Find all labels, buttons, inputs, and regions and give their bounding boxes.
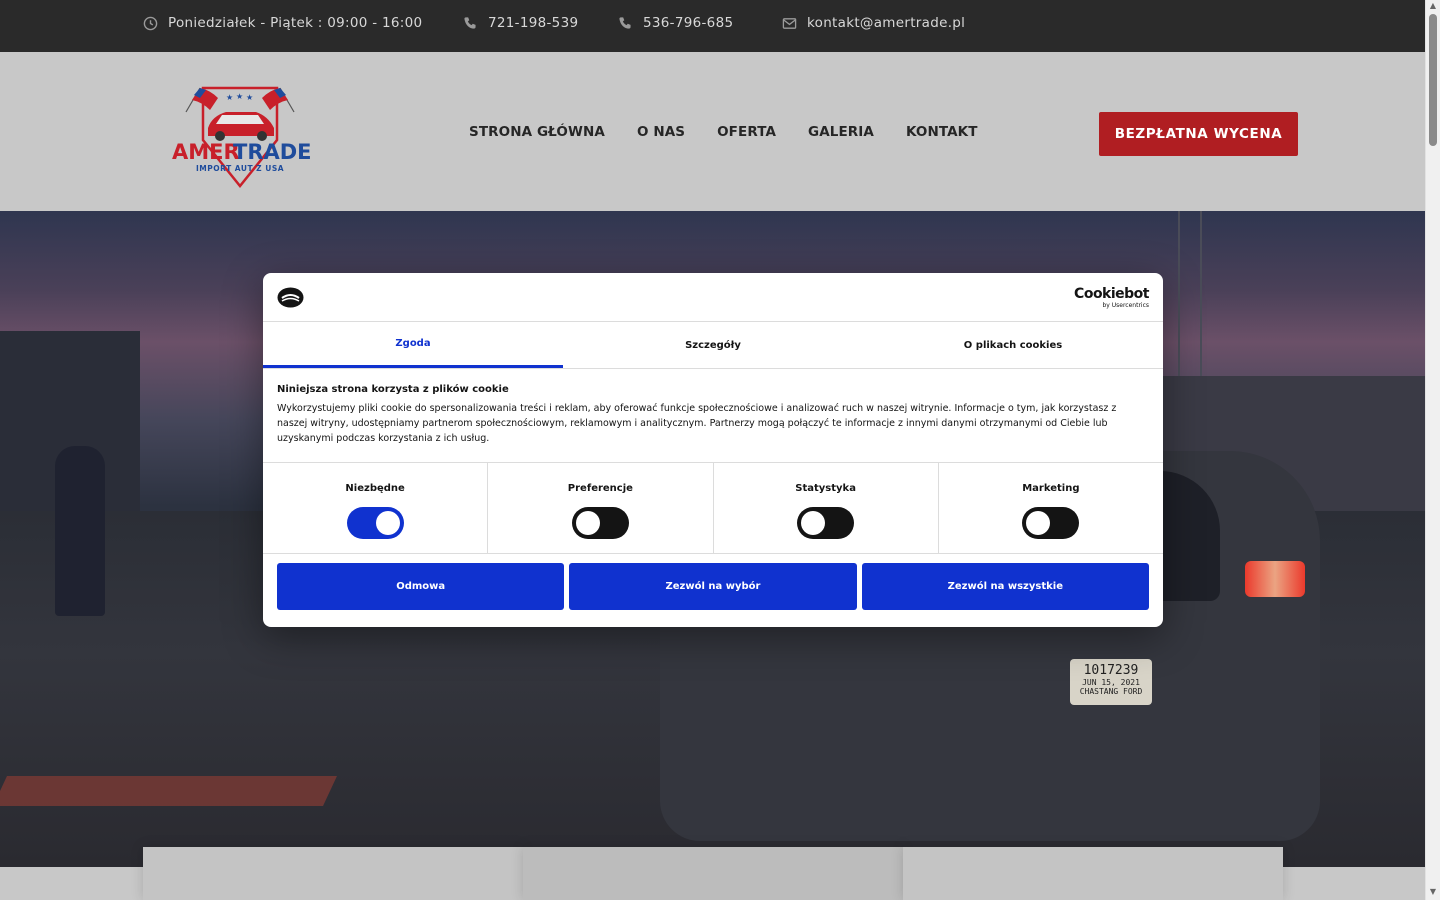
cookie-consent-dialog: Cookiebot by Usercentrics Zgoda Szczegół… (263, 273, 1163, 627)
logo-tagline: IMPORT AUT Z USA (196, 164, 284, 173)
svg-text:★: ★ (236, 92, 243, 101)
feature-cards (143, 847, 1283, 900)
feature-card (143, 847, 523, 900)
dialog-body: Niniejsza strona korzysta z plików cooki… (263, 369, 1163, 463)
scroll-up-icon[interactable]: ▲ (1429, 2, 1437, 10)
email-contact[interactable]: kontakt@amertrade.pl (782, 0, 965, 46)
nav-item-home[interactable]: STRONA GŁÓWNA (469, 124, 605, 140)
feature-card (903, 847, 1283, 900)
consent-toggles: Niezbędne Preferencje Statystyka Marketi… (263, 463, 1163, 554)
email-text[interactable]: kontakt@amertrade.pl (807, 15, 965, 31)
toggle-necessary: Niezbędne (263, 463, 489, 553)
clock-icon (143, 16, 158, 30)
toggle-statistics: Statystyka (714, 463, 939, 553)
envelope-icon (782, 17, 797, 29)
license-plate: 1017239 JUN 15, 2021 CHASTANG FORD (1070, 659, 1152, 705)
nav-item-gallery[interactable]: GALERIA (808, 124, 874, 140)
svg-text:★: ★ (226, 93, 233, 102)
logo-text-trade: TRADE (233, 140, 310, 164)
page-scrollbar[interactable]: ▲ ▼ (1425, 0, 1440, 900)
person-silhouette (55, 446, 105, 616)
dialog-title: Niniejsza strona korzysta z plików cooki… (277, 384, 509, 395)
phone-1-text[interactable]: 721-198-539 (488, 15, 578, 31)
toggle-preferences-label: Preferencje (567, 483, 633, 494)
cookiebot-name: Cookiebot (1074, 286, 1149, 302)
dialog-description: Wykorzystujemy pliki cookie do spersonal… (277, 403, 1117, 444)
amertrade-logo[interactable]: ★ ★ ★ AMER TRADE IMPORT AUT Z USA (170, 82, 312, 188)
toggle-statistics-switch[interactable] (797, 507, 855, 539)
dialog-tabs: Zgoda Szczegóły O plikach cookies (263, 322, 1163, 369)
toggle-necessary-label: Niezbędne (345, 483, 405, 494)
allow-selection-button[interactable]: Zezwól na wybór (569, 563, 857, 610)
tab-details[interactable]: Szczegóły (563, 322, 863, 368)
cookiebot-logo-icon (277, 287, 304, 308)
nav-item-offer[interactable]: OFERTA (717, 124, 776, 140)
toggle-marketing: Marketing (939, 463, 1163, 553)
phone-2[interactable]: 536-796-685 (618, 0, 733, 46)
cookiebot-sub: by Usercentrics (1102, 302, 1149, 309)
plate-date: JUN 15, 2021 (1082, 678, 1140, 687)
top-info-bar: Poniedziałek - Piątek : 09:00 - 16:00 72… (0, 0, 1425, 52)
radio-tower (1178, 211, 1202, 381)
toggle-statistics-label: Statystyka (795, 483, 856, 494)
dialog-header: Cookiebot by Usercentrics (263, 273, 1163, 322)
switch-knob (801, 511, 826, 535)
site-header: ★ ★ ★ AMER TRADE IMPORT AUT Z USA STRONA… (0, 52, 1425, 211)
tab-about-cookies[interactable]: O plikach cookies (863, 322, 1163, 368)
toggle-preferences: Preferencje (488, 463, 714, 553)
deny-button[interactable]: Odmowa (277, 563, 565, 610)
scrollbar-thumb[interactable] (1429, 14, 1437, 146)
switch-knob (375, 511, 400, 535)
feature-card (523, 847, 903, 900)
toggle-necessary-switch[interactable] (346, 507, 404, 539)
opening-hours: Poniedziałek - Piątek : 09:00 - 16:00 (143, 0, 422, 46)
toggle-marketing-switch[interactable] (1022, 507, 1080, 539)
road-marking (0, 776, 337, 806)
nav-item-contact[interactable]: KONTAKT (906, 124, 978, 140)
switch-knob (575, 511, 600, 535)
nav-item-about[interactable]: O NAS (637, 124, 685, 140)
plate-number: 1017239 (1083, 663, 1139, 678)
tab-consent[interactable]: Zgoda (263, 322, 563, 368)
scroll-down-icon[interactable]: ▼ (1429, 888, 1437, 896)
toggle-marketing-label: Marketing (1022, 483, 1080, 494)
main-navigation: STRONA GŁÓWNA O NAS OFERTA GALERIA KONTA… (469, 124, 1010, 140)
phone-icon (464, 16, 476, 29)
switch-knob (1026, 511, 1051, 535)
car-taillight (1245, 561, 1305, 597)
svg-text:★: ★ (246, 93, 253, 102)
opening-hours-text: Poniedziałek - Piątek : 09:00 - 16:00 (168, 15, 423, 31)
logo-text-amer: AMER (172, 140, 240, 164)
logo-emblem: ★ ★ ★ AMER TRADE IMPORT AUT Z USA (172, 86, 312, 188)
plate-dealer: CHASTANG FORD (1079, 687, 1143, 696)
phone-2-text[interactable]: 536-796-685 (643, 15, 733, 31)
toggle-preferences-switch[interactable] (571, 507, 629, 539)
allow-all-button[interactable]: Zezwól na wszystkie (861, 563, 1149, 610)
free-valuation-button[interactable]: BEZPŁATNA WYCENA (1099, 112, 1298, 156)
phone-icon (619, 16, 631, 29)
dialog-buttons: Odmowa Zezwól na wybór Zezwól na wszystk… (263, 554, 1163, 619)
phone-1[interactable]: 721-198-539 (463, 0, 578, 46)
cookiebot-brand[interactable]: Cookiebot by Usercentrics (1074, 286, 1149, 310)
